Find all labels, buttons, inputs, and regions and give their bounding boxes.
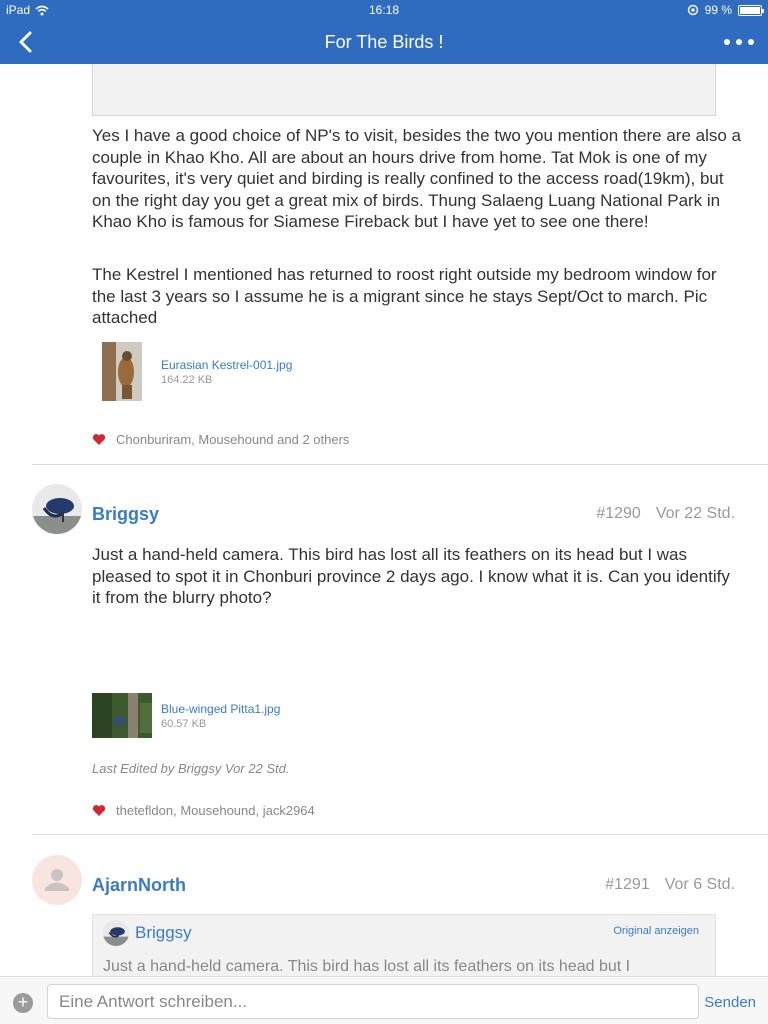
thread-content[interactable]: Yes I have a good choice of NP's to visi…: [0, 64, 768, 976]
heart-icon[interactable]: [92, 804, 106, 817]
avatar[interactable]: [32, 484, 82, 534]
add-attachment-button[interactable]: +: [13, 993, 33, 1013]
post-paragraph: Yes I have a good choice of NP's to visi…: [92, 126, 741, 231]
attachment-filename[interactable]: Eurasian Kestrel-001.jpg: [161, 358, 292, 372]
attachment-pitta[interactable]: Blue-winged Pitta1.jpg 60.57 KB: [92, 693, 280, 738]
thread-title: For The Birds !: [324, 32, 444, 52]
quote-avatar: [103, 920, 129, 946]
show-original-link[interactable]: Original anzeigen: [613, 925, 699, 937]
avatar-bird-image: [32, 484, 82, 534]
nav-bar: For The Birds !: [0, 20, 768, 64]
post-divider: [32, 464, 768, 465]
likes-row[interactable]: Chonburiram, Mousehound and 2 others: [92, 432, 349, 447]
quote-header: Briggsy: [103, 920, 192, 946]
last-edited-note: Last Edited by Briggsy Vor 22 Std.: [92, 761, 290, 776]
post-number[interactable]: #1291: [605, 876, 650, 894]
default-user-icon: [45, 869, 69, 891]
post-paragraph: Just a hand-held camera. This bird has l…: [92, 545, 730, 607]
quote-text: Just a hand-held camera. This bird has l…: [103, 958, 631, 975]
attachment-size: 164.22 KB: [161, 373, 213, 386]
battery-percent: 99 %: [704, 3, 732, 17]
likes-row[interactable]: thetefldon, Mousehound, jack2964: [92, 803, 315, 818]
quote-author[interactable]: Briggsy: [135, 923, 192, 943]
attachment-info: Blue-winged Pitta1.jpg 60.57 KB: [161, 702, 280, 730]
status-right: 99 %: [687, 3, 764, 17]
reply-bar: + Senden: [0, 976, 768, 1024]
likes-text: Chonburiram, Mousehound and 2 others: [116, 432, 350, 447]
author-name[interactable]: Briggsy: [92, 504, 159, 525]
post-time: Vor 6 Std.: [664, 876, 735, 893]
quote-block: Briggsy Original anzeigen Just a hand-he…: [92, 914, 716, 976]
post-meta: #1291 Vor 6 Std.: [605, 876, 735, 894]
dot-icon: [736, 39, 742, 45]
author-name[interactable]: AjarnNorth: [92, 875, 186, 896]
attachment-kestrel[interactable]: Eurasian Kestrel-001.jpg 164.22 KB: [102, 342, 292, 401]
dot-icon: [748, 39, 754, 45]
quote-block-partial: [92, 64, 716, 116]
reply-input[interactable]: [47, 984, 699, 1019]
post-divider: [32, 834, 768, 835]
post-time: Vor 22 Std.: [655, 505, 735, 522]
avatar-bird-image: [103, 920, 129, 946]
status-time: 16:18: [368, 3, 400, 17]
dot-icon: [724, 39, 730, 45]
more-options-button[interactable]: [724, 28, 754, 56]
pitta-thumbnail[interactable]: [92, 693, 152, 738]
heart-icon[interactable]: [92, 433, 106, 446]
status-bar: iPad 16:18 99 %: [0, 0, 768, 20]
attachment-filename[interactable]: Blue-winged Pitta1.jpg: [161, 702, 280, 716]
attachment-size: 60.57 KB: [161, 717, 207, 730]
likes-text: thetefldon, Mousehound, jack2964: [116, 803, 315, 818]
kestrel-thumbnail[interactable]: [102, 342, 142, 401]
post-paragraph: The Kestrel I mentioned has returned to …: [92, 265, 717, 327]
orientation-lock-icon: [687, 4, 698, 16]
attachment-info: Eurasian Kestrel-001.jpg 164.22 KB: [161, 358, 292, 386]
post-number[interactable]: #1290: [596, 505, 641, 523]
send-button[interactable]: Senden: [704, 994, 756, 1011]
battery-icon: [738, 4, 764, 16]
avatar[interactable]: [32, 855, 82, 905]
post-meta: #1290 Vor 22 Std.: [596, 505, 735, 523]
